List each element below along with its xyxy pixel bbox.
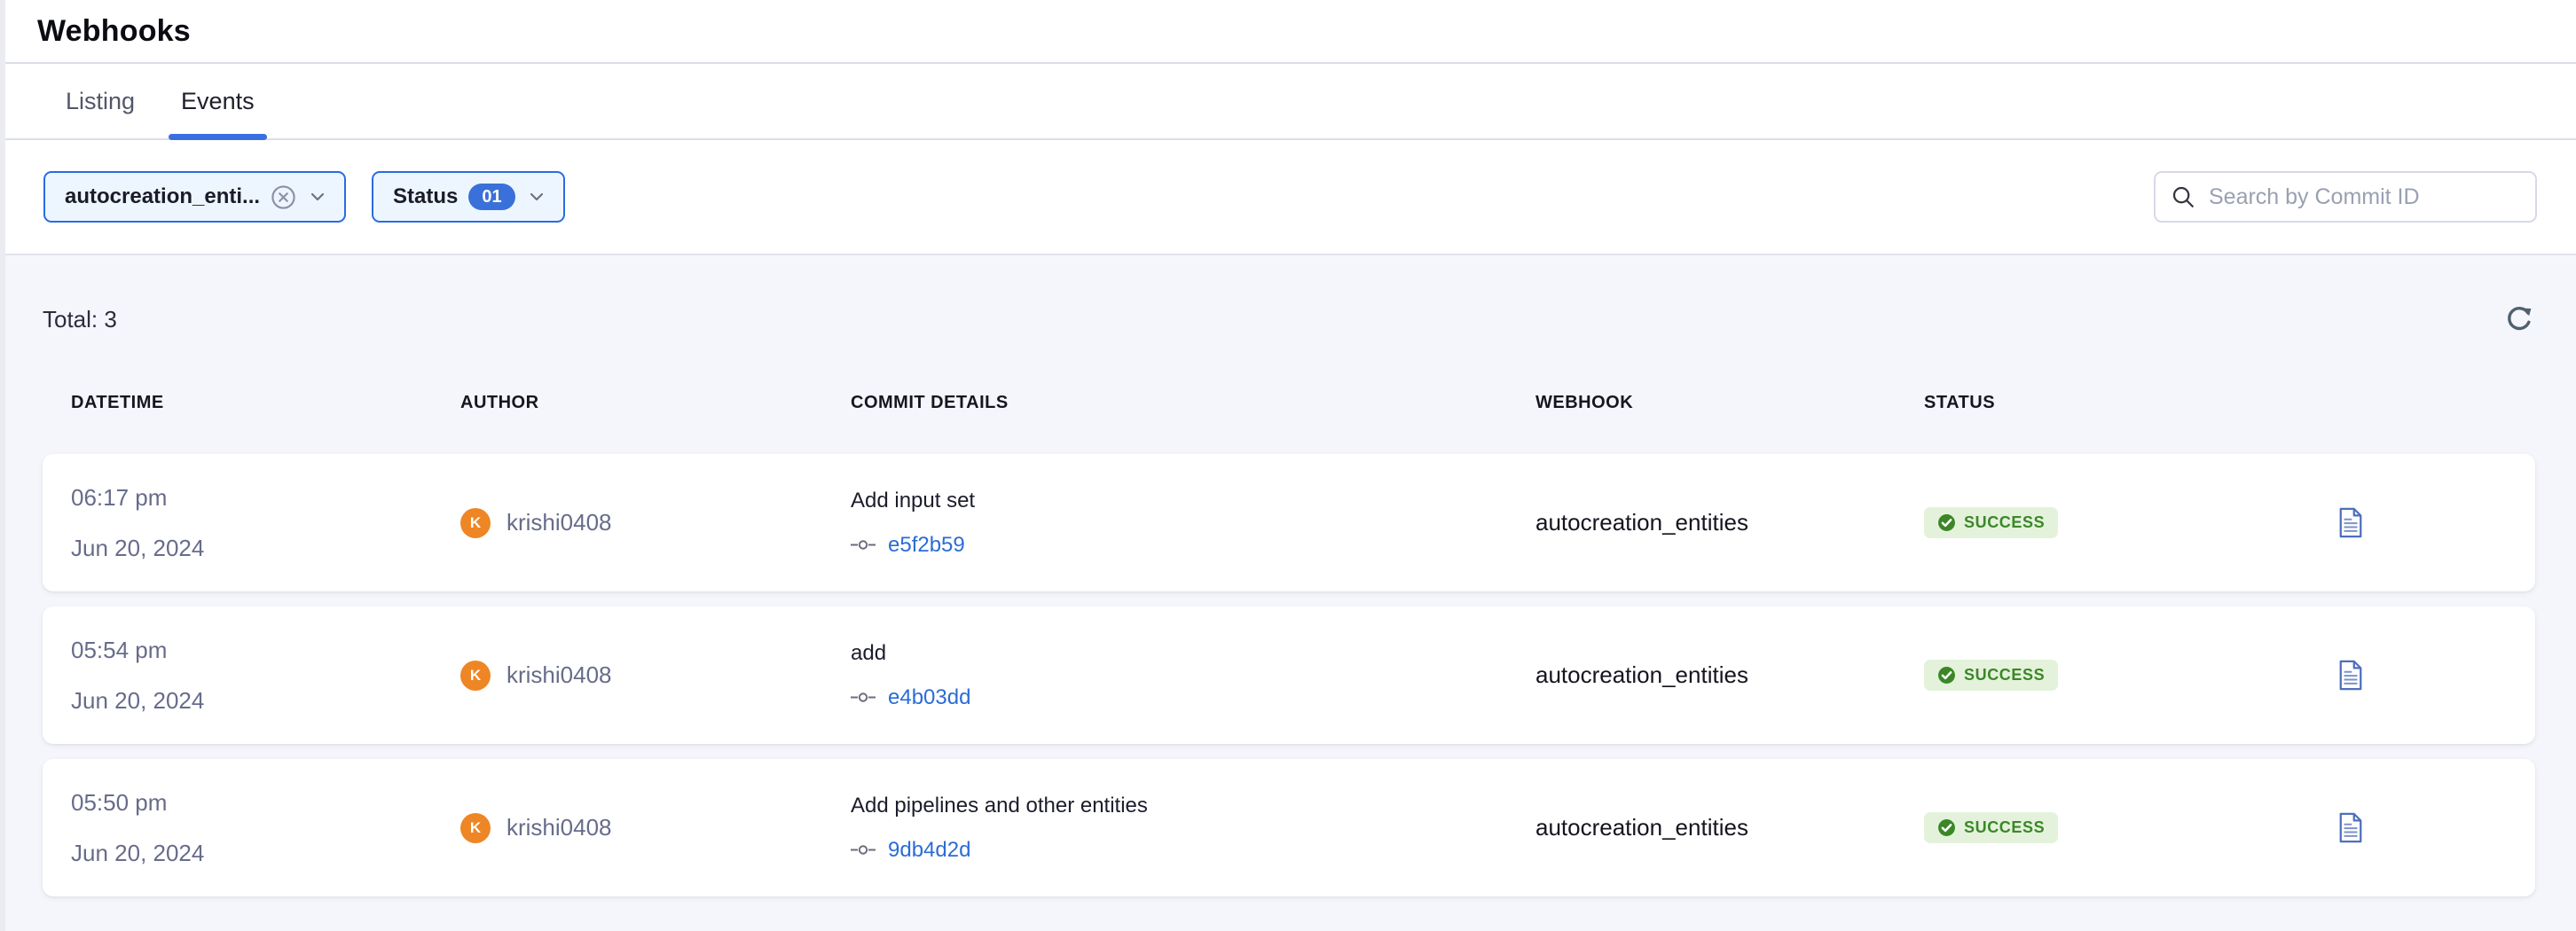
avatar: K bbox=[460, 508, 491, 538]
status-filter-count-badge: 01 bbox=[468, 184, 514, 210]
commit-details-cell: add e4b03dd bbox=[851, 641, 1535, 710]
page-title: Webhooks bbox=[37, 14, 191, 49]
commit-message: add bbox=[851, 641, 1535, 666]
document-icon[interactable] bbox=[2337, 659, 2364, 692]
datetime-cell: 05:54 pm Jun 20, 2024 bbox=[71, 637, 460, 715]
author-name: krishi0408 bbox=[507, 509, 612, 536]
status-filter-label: Status bbox=[393, 184, 458, 209]
check-circle-icon bbox=[1937, 818, 1956, 837]
status-label: SUCCESS bbox=[1964, 666, 2045, 685]
commit-details-cell: Add pipelines and other entities 9db4d2d bbox=[851, 794, 1535, 863]
status-label: SUCCESS bbox=[1964, 513, 2045, 532]
event-time: 05:54 pm bbox=[71, 637, 460, 664]
table-row: 05:50 pm Jun 20, 2024 K krishi0408 Add p… bbox=[43, 759, 2535, 896]
chevron-down-icon[interactable] bbox=[526, 186, 547, 207]
author-cell: K krishi0408 bbox=[460, 661, 851, 691]
webhook-cell: autocreation_entities bbox=[1535, 814, 1924, 841]
check-circle-icon bbox=[1937, 513, 1956, 532]
git-commit-icon bbox=[851, 692, 876, 703]
commit-hash-link[interactable]: e5f2b59 bbox=[888, 533, 965, 558]
commit-link-line: e4b03dd bbox=[851, 685, 1535, 710]
table-header-row: DATETIME AUTHOR COMMIT DETAILS WEBHOOK S… bbox=[43, 379, 2535, 426]
column-header-status: STATUS bbox=[1924, 393, 2305, 413]
status-badge: SUCCESS bbox=[1924, 660, 2058, 691]
tab-events[interactable]: Events bbox=[169, 64, 267, 138]
table-row: 05:54 pm Jun 20, 2024 K krishi0408 add e… bbox=[43, 606, 2535, 744]
status-cell: SUCCESS bbox=[1924, 660, 2305, 691]
status-cell: SUCCESS bbox=[1924, 812, 2305, 843]
event-time: 06:17 pm bbox=[71, 484, 460, 512]
datetime-cell: 06:17 pm Jun 20, 2024 bbox=[71, 484, 460, 562]
page-left-edge bbox=[0, 0, 5, 931]
column-header-webhook: WEBHOOK bbox=[1535, 393, 1924, 413]
payload-cell bbox=[2305, 659, 2535, 692]
document-icon[interactable] bbox=[2337, 811, 2364, 844]
commit-hash-link[interactable]: e4b03dd bbox=[888, 685, 970, 710]
commit-link-line: e5f2b59 bbox=[851, 533, 1535, 558]
document-icon[interactable] bbox=[2337, 506, 2364, 539]
git-commit-icon bbox=[851, 844, 876, 856]
commit-message: Add input set bbox=[851, 489, 1535, 513]
circle-x-icon[interactable] bbox=[271, 184, 296, 210]
git-commit-icon bbox=[851, 539, 876, 551]
status-label: SUCCESS bbox=[1964, 818, 2045, 837]
event-date: Jun 20, 2024 bbox=[71, 535, 460, 562]
events-content: Total: 3 DATETIME AUTHOR COMMIT DETAILS … bbox=[0, 255, 2576, 896]
status-badge: SUCCESS bbox=[1924, 507, 2058, 538]
total-row: Total: 3 bbox=[43, 300, 2535, 339]
column-header-commit-details: COMMIT DETAILS bbox=[851, 393, 1535, 413]
commit-details-cell: Add input set e5f2b59 bbox=[851, 489, 1535, 558]
author-cell: K krishi0408 bbox=[460, 508, 851, 538]
events-table-body: 06:17 pm Jun 20, 2024 K krishi0408 Add i… bbox=[43, 454, 2535, 896]
column-header-datetime: DATETIME bbox=[71, 393, 460, 413]
check-circle-icon bbox=[1937, 666, 1956, 685]
payload-cell bbox=[2305, 811, 2535, 844]
datetime-cell: 05:50 pm Jun 20, 2024 bbox=[71, 789, 460, 867]
refresh-button[interactable] bbox=[2503, 303, 2535, 335]
search-box[interactable] bbox=[2154, 171, 2537, 223]
webhook-filter-label: autocreation_enti... bbox=[65, 184, 260, 209]
column-header-author: AUTHOR bbox=[460, 393, 851, 413]
author-name: krishi0408 bbox=[507, 661, 612, 689]
webhook-cell: autocreation_entities bbox=[1535, 509, 1924, 536]
filter-bar: autocreation_enti... Status 01 bbox=[0, 140, 2576, 255]
search-input[interactable] bbox=[2209, 184, 2521, 210]
event-date: Jun 20, 2024 bbox=[71, 840, 460, 867]
commit-hash-link[interactable]: 9db4d2d bbox=[888, 838, 970, 863]
chevron-down-icon[interactable] bbox=[307, 186, 328, 207]
avatar: K bbox=[460, 661, 491, 691]
event-date: Jun 20, 2024 bbox=[71, 687, 460, 715]
avatar: K bbox=[460, 813, 491, 843]
total-count-label: Total: 3 bbox=[43, 306, 117, 333]
author-cell: K krishi0408 bbox=[460, 813, 851, 843]
commit-link-line: 9db4d2d bbox=[851, 838, 1535, 863]
status-cell: SUCCESS bbox=[1924, 507, 2305, 538]
tab-listing[interactable]: Listing bbox=[53, 64, 147, 138]
status-filter-chip[interactable]: Status 01 bbox=[372, 171, 565, 223]
table-row: 06:17 pm Jun 20, 2024 K krishi0408 Add i… bbox=[43, 454, 2535, 591]
author-name: krishi0408 bbox=[507, 814, 612, 841]
webhook-cell: autocreation_entities bbox=[1535, 661, 1924, 689]
tabs-bar: Listing Events bbox=[0, 64, 2576, 140]
webhook-filter-chip[interactable]: autocreation_enti... bbox=[43, 171, 346, 223]
page-header: Webhooks bbox=[0, 0, 2576, 64]
search-icon bbox=[2170, 184, 2196, 210]
payload-cell bbox=[2305, 506, 2535, 539]
commit-message: Add pipelines and other entities bbox=[851, 794, 1535, 818]
event-time: 05:50 pm bbox=[71, 789, 460, 817]
status-badge: SUCCESS bbox=[1924, 812, 2058, 843]
